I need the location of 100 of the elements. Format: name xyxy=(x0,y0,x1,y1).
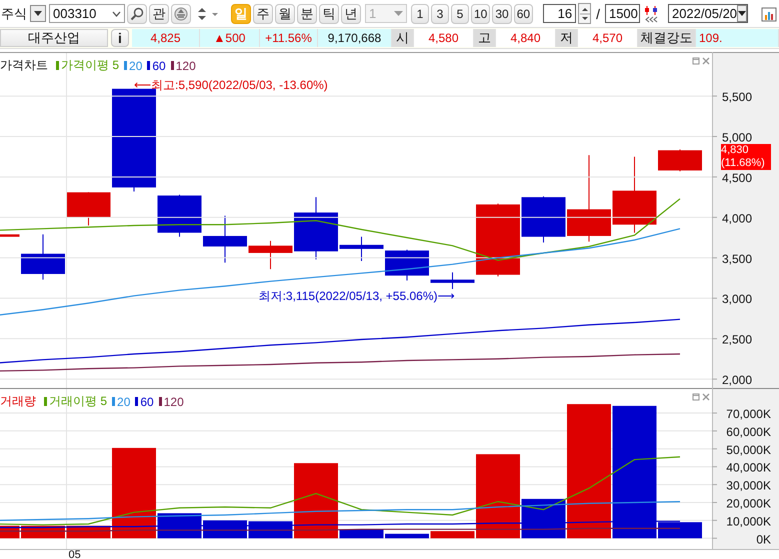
watchlist-button[interactable]: 관 xyxy=(149,4,169,24)
axis-tick-label: 10,000K xyxy=(712,514,771,528)
legend-label: 20 xyxy=(129,58,142,72)
candle xyxy=(430,272,474,290)
candle xyxy=(340,236,384,262)
date-select[interactable]: 2022/05/20 xyxy=(668,4,748,23)
axis-tick-label: 2,500 xyxy=(712,332,752,347)
axis-tick-label: 60,000K xyxy=(712,424,771,439)
y-tick-label: 40,000K xyxy=(726,460,771,475)
close-icon[interactable] xyxy=(702,57,710,65)
period-tab[interactable]: 주 xyxy=(253,4,273,24)
current-price: 4,825 xyxy=(132,29,200,47)
candle xyxy=(294,196,338,260)
axis-tick-label: 5,000 xyxy=(712,130,752,144)
strength-label: 체결강도 xyxy=(638,29,696,47)
y-tick-label: 0K xyxy=(756,532,771,546)
minute-button[interactable]: 30 xyxy=(492,4,512,24)
caret-icon xyxy=(30,5,46,22)
y-tick-label: 10,000K xyxy=(726,514,771,528)
period-tab[interactable]: 년 xyxy=(341,4,361,24)
maximize-icon[interactable] xyxy=(692,393,700,401)
axis-tick-label: 70,000K xyxy=(712,407,771,422)
legend-label: 60 xyxy=(140,394,154,408)
y-tick-label: 4,500 xyxy=(722,170,752,185)
toggle-button[interactable] xyxy=(171,4,191,24)
price-label: 고 xyxy=(474,29,496,47)
y-tick-label: 2,000 xyxy=(722,373,752,388)
chart-title: 가격차트 xyxy=(0,57,48,74)
period-tab[interactable]: 틱 xyxy=(319,4,339,24)
market-select[interactable]: 주식 xyxy=(0,4,47,23)
stock-name-field: 대주산업 xyxy=(0,29,108,47)
minute-button[interactable]: 10 xyxy=(471,4,490,24)
candle xyxy=(158,194,202,238)
y-tick-label: 4,000 xyxy=(722,211,752,226)
stock-code-field[interactable]: 003310 xyxy=(49,4,125,23)
y-tick-label: 20,000K xyxy=(726,496,771,510)
info-button[interactable]: i xyxy=(111,29,129,47)
minute-button[interactable]: 3 xyxy=(431,4,449,24)
separator-text: / xyxy=(595,6,601,22)
y-tick-label: 50,000K xyxy=(726,442,771,457)
volume-bar xyxy=(658,522,702,538)
legend-label: 거래이평 5 xyxy=(49,393,108,410)
candle xyxy=(385,249,429,281)
period-tab[interactable]: 월 xyxy=(275,4,295,24)
price-label: 시 xyxy=(392,29,414,47)
y-tick-label: 60,000K xyxy=(726,424,771,439)
axis-tick-label: 50,000K xyxy=(712,442,771,457)
minute-button[interactable]: 5 xyxy=(451,4,469,24)
candle xyxy=(658,148,702,172)
y-tick-label: 3,500 xyxy=(722,252,752,266)
total-field[interactable]: 1500 xyxy=(604,4,640,23)
legend-label: 20 xyxy=(117,394,130,408)
legend-label: 120 xyxy=(164,394,184,408)
price-value: 4,570 xyxy=(578,29,638,47)
annotation-text: ⟵최고:5,590(2022/05/03, -13.60%) xyxy=(134,78,328,92)
minute-button[interactable]: 60 xyxy=(514,4,534,24)
y-tick-label: 70,000K xyxy=(726,407,771,422)
chart-title: 거래량 xyxy=(0,393,36,410)
price-change: ▲500 xyxy=(200,29,260,47)
change-rate: +11.56% xyxy=(260,29,318,47)
price-label: 저 xyxy=(556,29,578,47)
y-tick-label: 5,500 xyxy=(722,90,752,104)
axis-tick-label: 2,000 xyxy=(712,373,752,388)
maximize-icon[interactable] xyxy=(692,57,700,65)
legend-label: 120 xyxy=(176,58,196,72)
legend-label: 가격이평 5 xyxy=(61,57,120,74)
price-tag-value: 4,830 xyxy=(721,144,750,158)
axis-tick-label: 20,000K xyxy=(712,496,771,510)
caret-icon xyxy=(737,5,748,22)
annotation-text: 최저:3,115(2022/05/13, +55.06%)⟶ xyxy=(258,288,454,303)
candle xyxy=(21,234,65,280)
period-tab[interactable]: 분 xyxy=(297,4,317,24)
price-value: 4,840 xyxy=(496,29,556,47)
axis-tick-label: 40,000K xyxy=(712,460,771,475)
search-button[interactable] xyxy=(127,4,147,24)
axis-tick-label: 05 xyxy=(68,549,81,559)
y-tick-label: 30,000K xyxy=(726,478,771,493)
volume-bar xyxy=(430,531,474,538)
candle xyxy=(522,196,566,243)
count-stepper[interactable] xyxy=(578,3,592,24)
price-value: 4,580 xyxy=(414,29,474,47)
trade-volume: 9,170,668 xyxy=(318,29,392,47)
candle xyxy=(66,192,110,226)
axis-tick-label: 3,500 xyxy=(712,252,752,266)
axis-tick-label: 3,000 xyxy=(712,292,752,306)
strength-value: 109. xyxy=(696,29,779,47)
candle xyxy=(248,240,292,270)
y-tick-label: 5,000 xyxy=(722,130,752,145)
axis-tick-label: 30,000K xyxy=(712,478,771,493)
candle xyxy=(203,215,247,264)
axis-tick-label: 5,500 xyxy=(712,90,752,104)
axis-tick-label: 4,500 xyxy=(712,170,752,185)
count-field[interactable]: 16 xyxy=(543,4,576,23)
close-icon[interactable] xyxy=(702,393,710,401)
minute-button[interactable]: 1 xyxy=(411,4,429,24)
y-tick-label: 2,500 xyxy=(722,332,752,347)
chevron-icon xyxy=(112,10,121,16)
price-tag-rate: (11.68%) xyxy=(721,157,766,170)
candle xyxy=(0,234,20,237)
y-tick-label: 3,000 xyxy=(722,292,752,306)
